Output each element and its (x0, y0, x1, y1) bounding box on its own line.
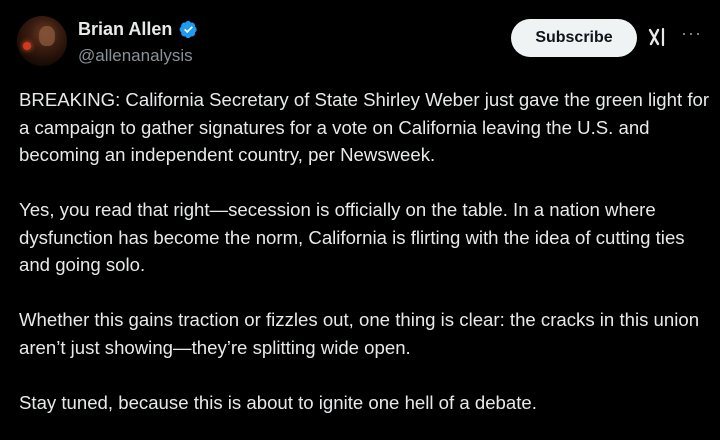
tweet-paragraph: Whether this gains traction or fizzles o… (19, 309, 700, 358)
subscribe-button[interactable]: Subscribe (511, 19, 637, 57)
tweet-text: BREAKING: California Secretary of State … (19, 86, 709, 416)
tweet-paragraph: BREAKING: California Secretary of State … (19, 89, 710, 165)
avatar-light (23, 42, 31, 50)
avatar[interactable] (17, 16, 67, 66)
verified-badge-icon (179, 20, 197, 39)
grok-icon[interactable] (647, 26, 669, 48)
author-handle[interactable]: @allenanalysis (78, 46, 193, 66)
tweet-header: Brian Allen @allenanalysis Subscribe ··· (0, 0, 720, 80)
author-display-name[interactable]: Brian Allen (78, 19, 172, 40)
more-options-icon[interactable]: ··· (681, 24, 701, 46)
tweet-paragraph: Yes, you read that right—secession is of… (19, 199, 685, 275)
avatar-face (39, 26, 55, 46)
tweet-paragraph: Stay tuned, because this is about to ign… (19, 391, 537, 413)
